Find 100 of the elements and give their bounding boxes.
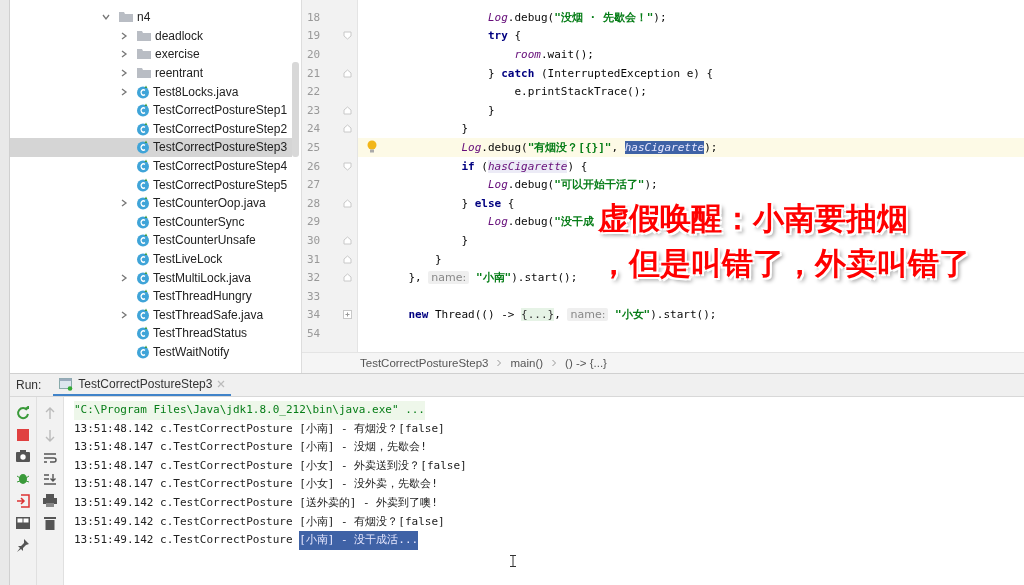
chevron-right-icon[interactable] bbox=[120, 50, 128, 59]
chevron-right-icon[interactable] bbox=[120, 31, 128, 40]
layout-icon[interactable] bbox=[16, 517, 30, 529]
code-line: Log.debug("可以开始干活了"); bbox=[486, 177, 658, 193]
tree-label: TestCorrectPostureStep4 bbox=[153, 159, 288, 174]
tree-item[interactable]: TestCorrectPostureStep4 bbox=[10, 156, 292, 176]
tree-item[interactable]: TestCorrectPostureStep5 bbox=[10, 175, 292, 194]
line-number: 21 bbox=[306, 66, 322, 80]
exit-icon[interactable] bbox=[16, 494, 30, 508]
chevron-right-icon bbox=[551, 359, 558, 367]
tree-item[interactable]: exercise bbox=[10, 45, 292, 64]
fold-marker-icon[interactable] bbox=[342, 161, 352, 171]
console-text: 13:51:49.142 c.TestCorrectPosture bbox=[74, 532, 293, 549]
scrollbar[interactable] bbox=[292, 62, 299, 157]
code-line: if (hasCigarette) { bbox=[460, 159, 588, 173]
tree-item[interactable]: Test8Locks.java bbox=[10, 82, 292, 101]
console-icon bbox=[59, 377, 74, 391]
fold-marker-icon[interactable] bbox=[342, 105, 352, 115]
tree-item[interactable]: reentrant bbox=[10, 63, 292, 83]
tree-label: TestCorrectPostureStep3 bbox=[153, 140, 288, 155]
code-line: try { bbox=[486, 29, 522, 43]
chevron-down-icon[interactable] bbox=[102, 13, 110, 22]
fold-marker-icon[interactable] bbox=[342, 31, 352, 41]
class-icon bbox=[136, 307, 150, 322]
tree-item[interactable]: TestCounterOop.java bbox=[10, 193, 292, 213]
trash-icon[interactable] bbox=[44, 516, 56, 530]
fold-marker-icon[interactable] bbox=[342, 68, 352, 78]
line-number: 33 bbox=[306, 289, 322, 303]
console-text: 13:51:48.147 c.TestCorrectPosture [小女] - 外卖送到没？[false] bbox=[74, 457, 467, 474]
run-tab[interactable]: TestCorrectPostureStep3 bbox=[53, 374, 232, 396]
line-number: 22 bbox=[306, 85, 322, 99]
breadcrumb-item[interactable]: () -> {...} bbox=[565, 357, 607, 369]
class-icon bbox=[136, 345, 150, 359]
chevron-right-icon[interactable] bbox=[120, 273, 128, 282]
soft-wrap-icon[interactable] bbox=[43, 452, 57, 464]
close-icon[interactable] bbox=[217, 380, 226, 388]
tree-item[interactable]: TestCounterUnsafe bbox=[10, 231, 292, 250]
tree-label: TestCorrectPostureStep5 bbox=[153, 177, 288, 192]
tree-label: TestThreadSafe.java bbox=[153, 307, 264, 322]
fold-marker-icon[interactable] bbox=[342, 273, 352, 283]
class-icon bbox=[136, 233, 150, 248]
fold-marker-icon[interactable] bbox=[342, 124, 352, 134]
breadcrumb-item[interactable]: TestCorrectPostureStep3 bbox=[360, 357, 489, 369]
breadcrumb-item[interactable]: main() bbox=[510, 357, 544, 369]
line-number: 20 bbox=[306, 48, 322, 61]
folder-icon bbox=[118, 11, 134, 24]
class-icon bbox=[136, 270, 150, 285]
tree-item[interactable]: TestCorrectPostureStep2 bbox=[10, 119, 292, 139]
chevron-right-icon[interactable] bbox=[120, 69, 128, 78]
class-icon bbox=[136, 140, 150, 155]
tree-label: TestThreadHungry bbox=[153, 289, 252, 304]
rerun-icon[interactable] bbox=[16, 406, 30, 420]
fold-marker-icon[interactable] bbox=[342, 235, 352, 245]
tree-label: deadlock bbox=[155, 28, 204, 43]
chevron-right-icon[interactable] bbox=[120, 87, 128, 96]
class-icon bbox=[136, 196, 150, 211]
tree-item[interactable]: TestMultiLock.java bbox=[10, 268, 292, 287]
code-line: e.printStackTrace(); bbox=[513, 85, 647, 99]
tree-item[interactable]: TestCounterSync bbox=[10, 212, 292, 232]
line-number: 19 bbox=[306, 29, 322, 43]
line-number: 18 bbox=[306, 10, 322, 24]
pin-icon[interactable] bbox=[16, 538, 30, 552]
subtitle-caption: 虚假唤醒：小南要抽烟 bbox=[598, 200, 909, 238]
tree-item[interactable]: n4 bbox=[10, 8, 292, 27]
subtitle-caption: ，但是叫错了，外卖叫错了 bbox=[598, 245, 970, 283]
tree-item[interactable]: TestWaitNotify bbox=[10, 342, 292, 362]
line-number: 25 bbox=[306, 140, 322, 154]
class-icon bbox=[136, 326, 150, 341]
code-line: Log.debug("有烟没？[{}]", hasCigarette); bbox=[460, 139, 718, 155]
lightbulb-icon[interactable] bbox=[366, 140, 378, 155]
console-text: 13:51:49.142 c.TestCorrectPosture [送外卖的] - 外卖到了噢! bbox=[74, 494, 438, 511]
chevron-right-icon[interactable] bbox=[120, 310, 128, 319]
bug-icon[interactable] bbox=[16, 471, 30, 485]
chevron-right-icon[interactable] bbox=[120, 199, 128, 208]
tree-label: TestCounterUnsafe bbox=[153, 233, 256, 248]
scroll-to-end-icon[interactable] bbox=[43, 473, 57, 485]
tree-item[interactable]: TestCorrectPostureStep3 bbox=[10, 138, 292, 157]
print-icon[interactable] bbox=[43, 494, 57, 507]
tree-item[interactable]: deadlock bbox=[10, 26, 292, 46]
console-text: "C:\Program Files\Java\jdk1.8.0_212\bin\java.exe" ... bbox=[74, 401, 425, 420]
tree-item[interactable]: TestCorrectPostureStep1 bbox=[10, 100, 292, 120]
tree-item[interactable]: TestThreadHungry bbox=[10, 286, 292, 306]
fold-marker-icon[interactable] bbox=[342, 254, 352, 264]
line-number: 23 bbox=[306, 103, 322, 117]
class-icon bbox=[136, 103, 150, 118]
chevron-right-icon bbox=[496, 359, 503, 367]
fold-marker-icon[interactable] bbox=[342, 198, 352, 208]
code-line: } bbox=[433, 252, 442, 266]
tree-item[interactable]: TestLiveLock bbox=[10, 249, 292, 269]
arrow-up-icon[interactable] bbox=[44, 406, 56, 420]
arrow-down-icon[interactable] bbox=[44, 429, 56, 443]
code-line: } bbox=[486, 103, 495, 117]
tree-item[interactable]: TestThreadSafe.java bbox=[10, 305, 292, 325]
expand-marker-icon[interactable] bbox=[342, 310, 352, 320]
line-number: 29 bbox=[306, 215, 322, 229]
folder-icon bbox=[136, 67, 152, 80]
camera-icon[interactable] bbox=[16, 450, 30, 462]
line-number: 26 bbox=[306, 159, 322, 173]
tree-item[interactable]: TestThreadStatus bbox=[10, 324, 292, 343]
tree-label: TestCounterOop.java bbox=[153, 196, 266, 211]
